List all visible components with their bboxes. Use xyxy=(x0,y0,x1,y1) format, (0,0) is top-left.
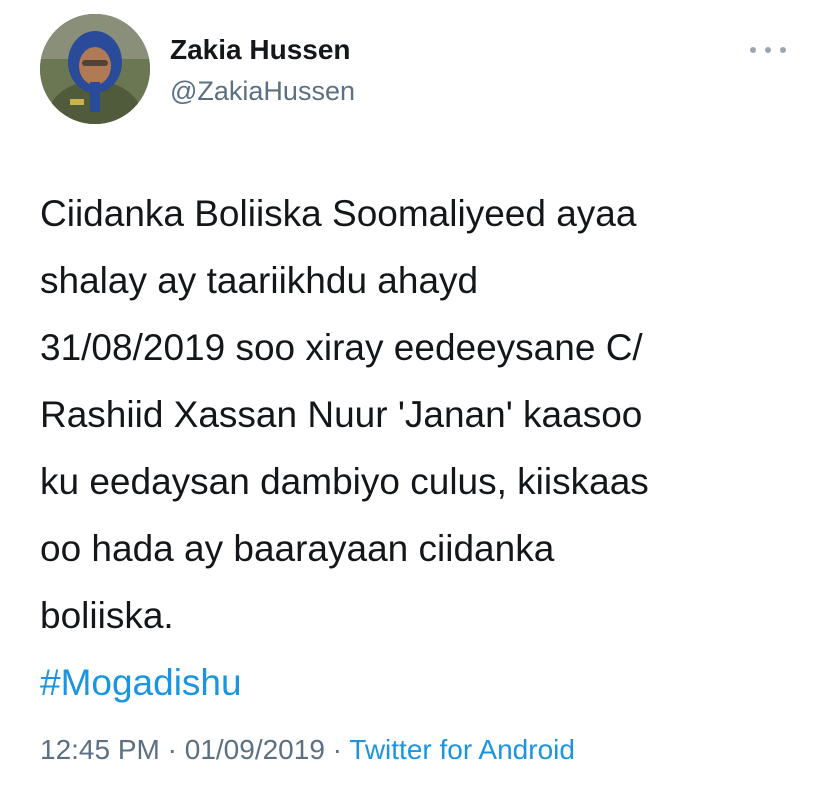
avatar-image xyxy=(40,14,150,124)
tweet-text-line: boliiska. xyxy=(40,595,174,636)
user-display-name[interactable]: Zakia Hussen xyxy=(170,34,351,66)
tweet-text-line: oo hada ay baarayaan ciidanka xyxy=(40,528,555,569)
more-horizontal-icon-dot xyxy=(780,47,786,53)
tweet-source-link[interactable]: Twitter for Android xyxy=(349,734,575,765)
tweet-text-line: 31/08/2019 soo xiray eedeeysane C/ xyxy=(40,327,643,368)
more-options-button[interactable] xyxy=(750,40,786,60)
tweet-metadata: 12:45 PM · 01/09/2019 · Twitter for Andr… xyxy=(40,734,575,766)
user-handle[interactable]: @ZakiaHussen xyxy=(170,76,355,107)
avatar[interactable] xyxy=(40,14,150,124)
tweet-text-line: ku eedaysan dambiyo culus, kiiskaas xyxy=(40,461,649,502)
tweet-time[interactable]: 12:45 PM xyxy=(40,734,160,765)
meta-separator: · xyxy=(332,734,342,765)
tweet-text-line: shalay ay taariikhdu ahayd xyxy=(40,260,479,301)
tweet-text: Ciidanka Boliiska Soomaliyeed ayaa shala… xyxy=(40,180,800,716)
tweet-text-line: Rashiid Xassan Nuur 'Janan' kaasoo xyxy=(40,394,643,435)
tweet-text-line: Ciidanka Boliiska Soomaliyeed ayaa xyxy=(40,193,637,234)
meta-separator: · xyxy=(167,734,177,765)
more-horizontal-icon-dot xyxy=(765,47,771,53)
hashtag-link[interactable]: #Mogadishu xyxy=(40,649,800,716)
more-horizontal-icon xyxy=(750,47,756,53)
tweet-date[interactable]: 01/09/2019 xyxy=(185,734,325,765)
